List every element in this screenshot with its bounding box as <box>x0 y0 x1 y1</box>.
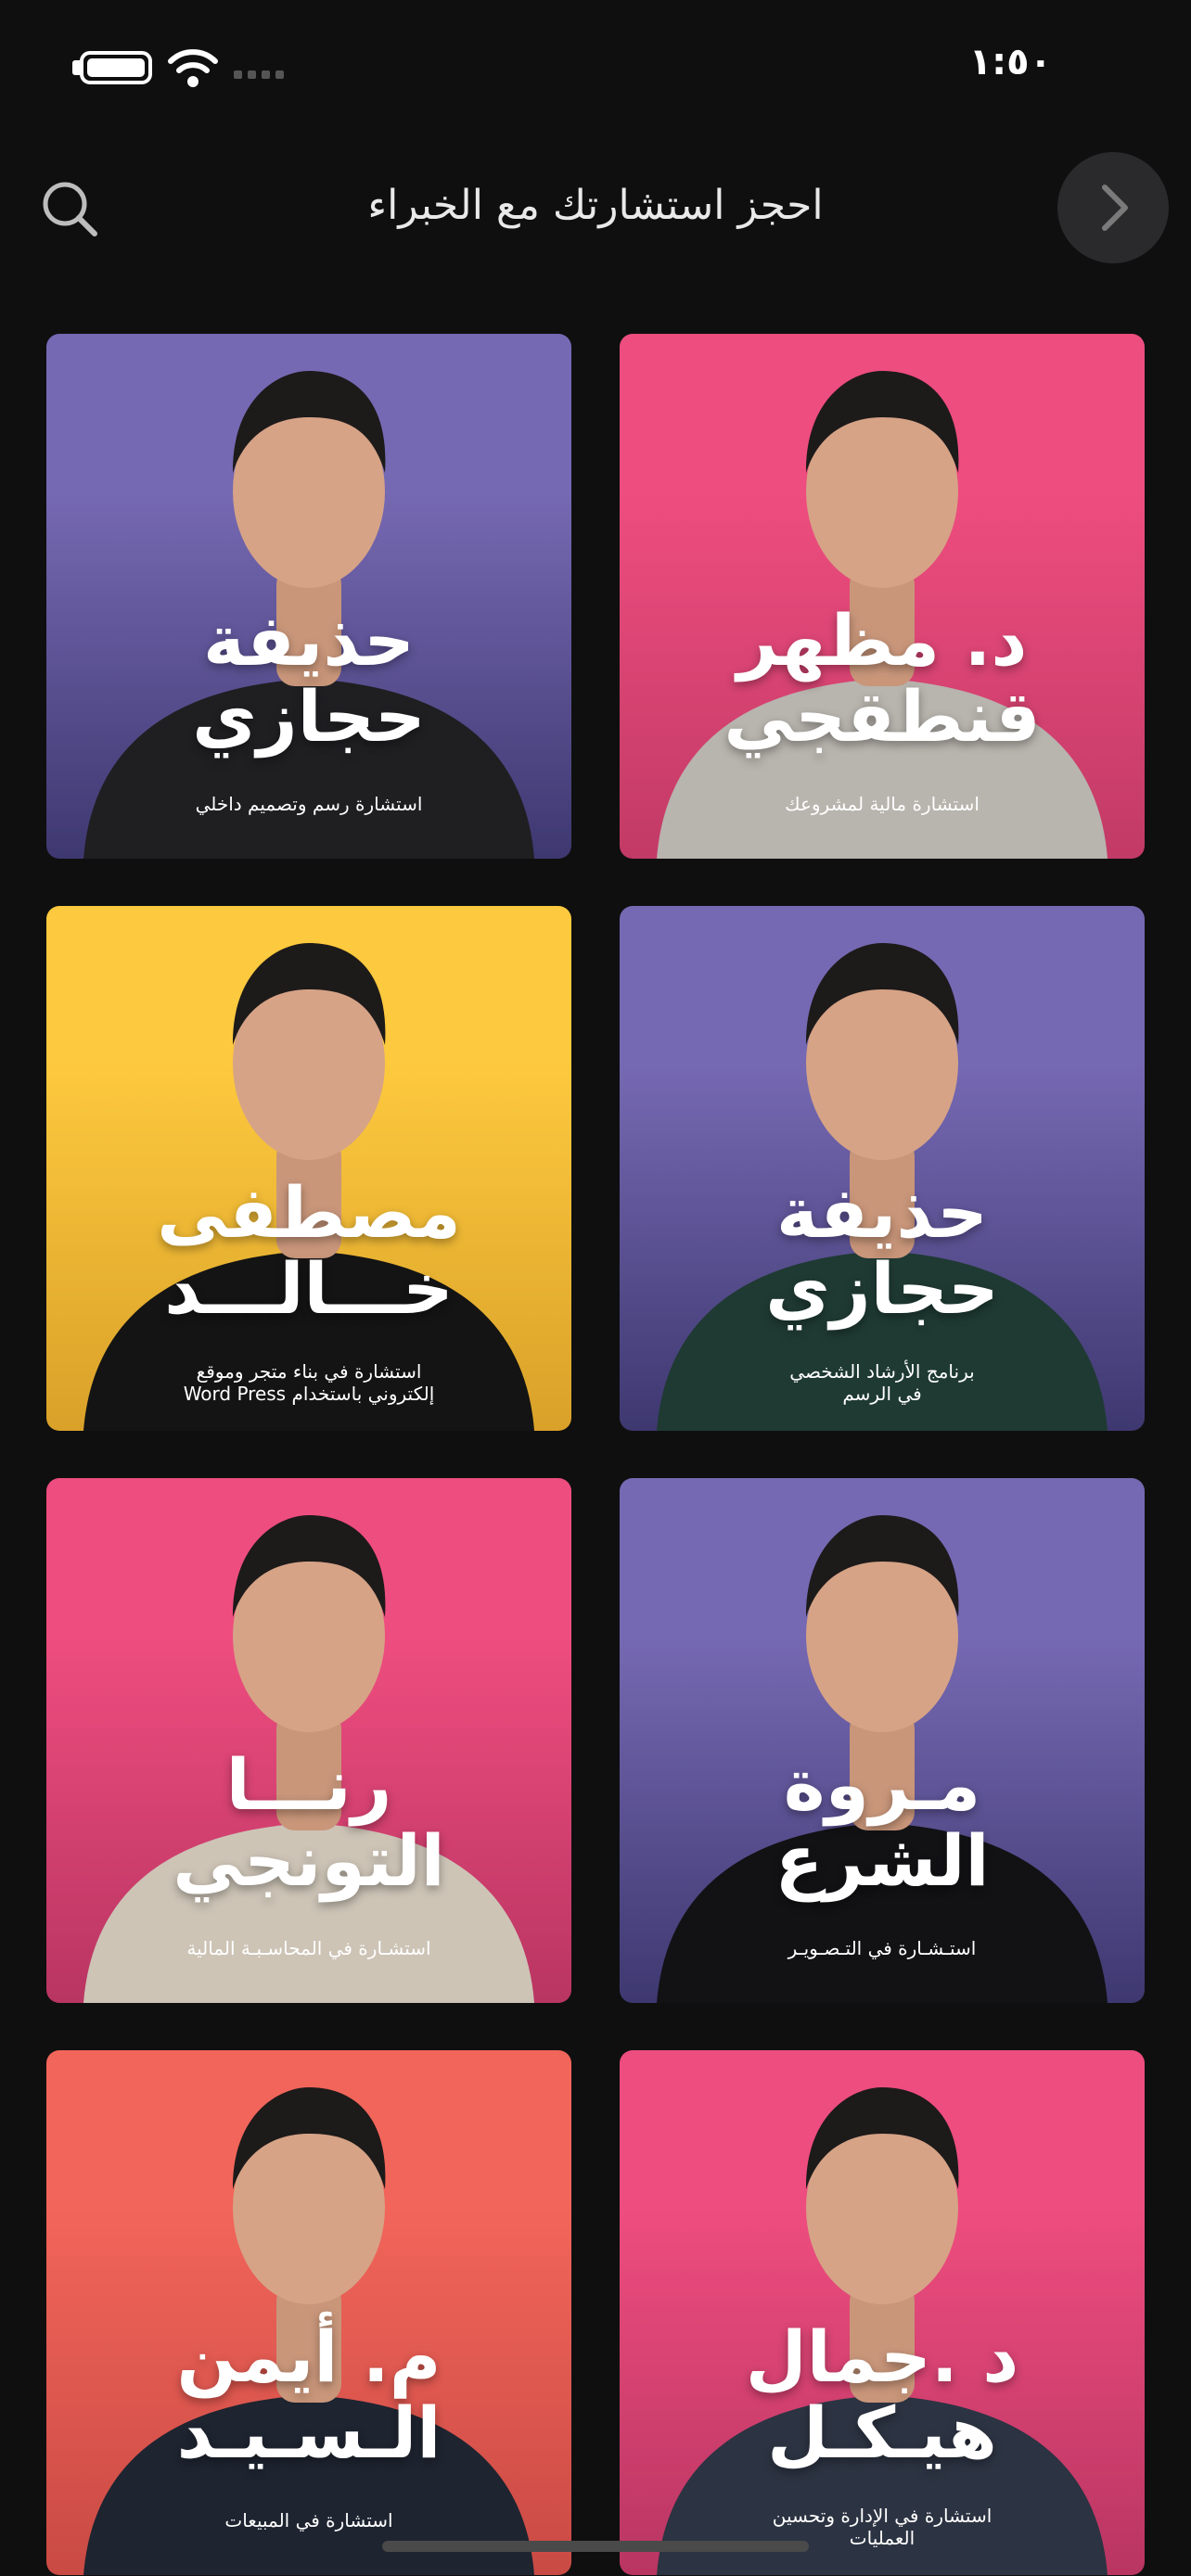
expert-card[interactable]: د. مظهر قنطقجي استشارة مالية لمشروعك <box>620 334 1145 859</box>
expert-card[interactable]: م. أيمن الـسـيـد استشارة في المبيعات <box>46 2050 571 2575</box>
expert-subtitle: استـشـارة في التـصـويـر <box>638 1937 1126 1959</box>
expert-name-line2: الـسـيـد <box>176 2391 442 2474</box>
expert-subtitle-line1: استشارة في الإدارة وتحسين <box>772 2505 992 2527</box>
expert-card[interactable]: حذيفة حجازي برنامج الأرشاد الشخصي في الرسم <box>620 906 1145 1431</box>
page-title: احجز استشارتك مع الخبراء <box>367 182 824 229</box>
expert-subtitle-line1: استشارة في المبيعات <box>224 2509 393 2531</box>
expert-name: رنـــا التونجي <box>46 1747 571 1899</box>
expert-subtitle-line2: إلكتروني باستخدام Word Press <box>183 1383 435 1405</box>
expert-subtitle: استشارة في بناء متجر وموقع إلكتروني باستخ… <box>65 1360 553 1405</box>
expert-photo <box>657 371 1108 859</box>
expert-name-line1: د .جمال <box>745 2315 1019 2398</box>
expert-photo <box>657 943 1108 1431</box>
expert-subtitle-line1: استشـارة في المحاسـبـة المالية <box>186 1937 431 1959</box>
expert-name: مـروة الشرع <box>620 1747 1145 1899</box>
status-bar: ١:٥٠ <box>0 0 1191 139</box>
expert-name-line2: قنطقجي <box>724 675 1041 758</box>
screen: ١:٥٠ احجز استشارتك مع الخبراء د. مظهر قنط… <box>0 0 1191 2576</box>
expert-photo <box>657 2087 1108 2575</box>
cellular-signal-icon <box>234 70 284 79</box>
expert-name: د .جمال هيـكـل <box>620 2319 1145 2471</box>
expert-subtitle: استشارة في المبيعات <box>65 2509 553 2531</box>
header: احجز استشارتك مع الخبراء <box>0 148 1191 269</box>
expert-name-line2: هيـكـل <box>767 2391 997 2474</box>
expert-subtitle-line1: استشارة في بناء متجر وموقع <box>196 1360 422 1383</box>
expert-subtitle-line1: برنامج الأرشاد الشخصي <box>789 1360 975 1383</box>
expert-name-line2: خـــالـــد <box>164 1247 454 1330</box>
expert-card[interactable]: رنـــا التونجي استشـارة في المحاسـبـة الما… <box>46 1478 571 2003</box>
expert-photo <box>83 943 534 1431</box>
expert-name-line2: الشرع <box>775 1819 990 1902</box>
expert-name-line1: مـروة <box>783 1743 981 1826</box>
expert-photo <box>657 1515 1108 2003</box>
battery-tip <box>72 60 80 75</box>
expert-name-line1: حذيفة <box>776 1171 988 1254</box>
expert-name: حذيفة حجازي <box>620 1175 1145 1327</box>
expert-card[interactable]: مصطفى خـــالـــد استشارة في بناء متجر وموق… <box>46 906 571 1431</box>
expert-card[interactable]: حذيفة حجازي استشارة رسم وتصميم داخلي <box>46 334 571 859</box>
expert-subtitle: برنامج الأرشاد الشخصي في الرسم <box>638 1360 1126 1405</box>
expert-card[interactable]: د .جمال هيـكـل استشارة في الإدارة وتحسين ال… <box>620 2050 1145 2575</box>
expert-name-line1: د. مظهر <box>736 599 1028 682</box>
expert-name: مصطفى خـــالـــد <box>46 1175 571 1327</box>
expert-name: د. مظهر قنطقجي <box>620 603 1145 755</box>
expert-name-line2: حجازي <box>765 1247 999 1330</box>
expert-subtitle: استشـارة في المحاسـبـة المالية <box>65 1937 553 1959</box>
expert-name: حذيفة حجازي <box>46 603 571 755</box>
back-button[interactable] <box>1057 152 1169 263</box>
expert-subtitle-line2: في الرسم <box>842 1383 922 1405</box>
home-indicator <box>382 2541 809 2552</box>
expert-card[interactable]: مـروة الشرع استـشـارة في التـصـويـر <box>620 1478 1145 2003</box>
expert-name-line2: حجازي <box>192 675 426 758</box>
expert-name: م. أيمن الـسـيـد <box>46 2319 571 2471</box>
expert-subtitle: استشارة مالية لمشروعك <box>638 793 1126 815</box>
expert-name-line1: حذيفة <box>203 599 415 682</box>
battery-icon <box>80 51 152 84</box>
wifi-icon <box>168 49 218 87</box>
expert-subtitle-line1: استشارة مالية لمشروعك <box>785 793 980 815</box>
expert-subtitle-line1: استشارة رسم وتصميم داخلي <box>195 793 423 815</box>
expert-name-line1: مصطفى <box>157 1171 461 1254</box>
expert-subtitle-line1: استـشـارة في التـصـويـر <box>788 1937 977 1959</box>
chevron-right-icon <box>1102 185 1128 231</box>
status-time: ١:٥٠ <box>968 41 1052 83</box>
expert-photo <box>83 2087 534 2575</box>
expert-photo <box>83 1515 534 2003</box>
expert-name-line1: م. أيمن <box>176 2315 442 2398</box>
expert-name-line2: التونجي <box>173 1819 445 1902</box>
expert-photo <box>83 371 534 859</box>
expert-subtitle: استشارة رسم وتصميم داخلي <box>65 793 553 815</box>
expert-name-line1: رنـــا <box>225 1743 392 1826</box>
